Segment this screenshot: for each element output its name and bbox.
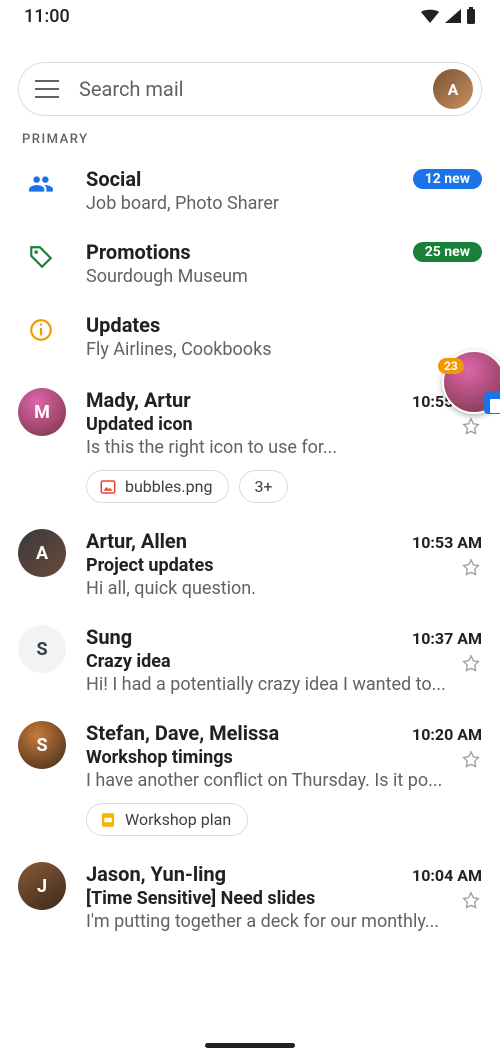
- email-item[interactable]: J Jason, Yun-ling 10:04 AM [Time Sensiti…: [0, 850, 500, 946]
- email-item[interactable]: A Artur, Allen 10:53 AM Project updates …: [0, 517, 500, 613]
- star-icon[interactable]: [460, 653, 482, 675]
- star-icon[interactable]: [460, 890, 482, 912]
- attachment-chip[interactable]: bubbles.png: [86, 470, 229, 503]
- account-avatar[interactable]: A: [433, 69, 473, 109]
- status-bar: 11:00: [0, 0, 500, 32]
- email-subject: Workshop timings: [86, 747, 482, 768]
- category-sub: Fly Airlines, Cookbooks: [86, 339, 482, 360]
- email-snippet: I'm putting together a deck for our mont…: [86, 911, 482, 932]
- email-snippet: Hi all, quick question.: [86, 578, 482, 599]
- star-icon[interactable]: [460, 749, 482, 771]
- email-subject: Project updates: [86, 555, 482, 576]
- search-input[interactable]: Search mail: [79, 77, 413, 101]
- cellular-icon: [444, 8, 462, 24]
- section-label-primary: PRIMARY: [0, 130, 500, 157]
- category-title: Updates: [86, 313, 160, 337]
- new-badge: 25 new: [413, 242, 482, 262]
- sender-avatar[interactable]: S: [18, 721, 66, 769]
- category-sub: Job board, Photo Sharer: [86, 193, 482, 214]
- status-time: 11:00: [24, 6, 70, 27]
- sender-avatar[interactable]: S: [18, 625, 66, 673]
- info-icon: [28, 317, 54, 343]
- tag-icon: [28, 244, 54, 270]
- people-icon: [28, 171, 54, 197]
- category-promotions[interactable]: Promotions 25 new Sourdough Museum: [0, 230, 500, 303]
- hamburger-icon[interactable]: [35, 80, 59, 98]
- sender-name: Stefan, Dave, Melissa: [86, 721, 279, 745]
- sender-avatar[interactable]: M: [18, 388, 66, 436]
- battery-icon: [466, 7, 476, 25]
- email-time: 10:20 AM: [412, 725, 482, 744]
- sender-name: Sung: [86, 625, 132, 649]
- email-time: 10:04 AM: [412, 866, 482, 885]
- attachment-count-chip[interactable]: 3+: [239, 470, 287, 503]
- email-item[interactable]: S Sung 10:37 AM Crazy idea Hi! I had a p…: [0, 613, 500, 709]
- search-bar-container: Search mail A: [0, 32, 500, 130]
- search-bar[interactable]: Search mail A: [18, 62, 482, 116]
- sender-name: Artur, Allen: [86, 529, 187, 553]
- category-title: Promotions: [86, 240, 191, 264]
- sender-avatar[interactable]: J: [18, 862, 66, 910]
- email-subject: Updated icon: [86, 414, 482, 435]
- messages-icon: [484, 392, 500, 414]
- category-title: Social: [86, 167, 141, 191]
- category-updates[interactable]: Updates Fly Airlines, Cookbooks: [0, 303, 500, 376]
- status-icons: [420, 7, 476, 25]
- email-snippet: Hi! I had a potentially crazy idea I wan…: [86, 674, 482, 695]
- email-item[interactable]: M Mady, Artur 10:55 AM Updated icon Is t…: [0, 376, 500, 517]
- new-badge: 12 new: [413, 169, 482, 189]
- email-snippet: Is this the right icon to use for...: [86, 437, 482, 458]
- email-time: 10:53 AM: [412, 533, 482, 552]
- email-subject: Crazy idea: [86, 651, 482, 672]
- email-list: M Mady, Artur 10:55 AM Updated icon Is t…: [0, 376, 500, 946]
- email-item[interactable]: S Stefan, Dave, Melissa 10:20 AM Worksho…: [0, 709, 500, 850]
- email-snippet: I have another conflict on Thursday. Is …: [86, 770, 482, 791]
- image-icon: [99, 478, 117, 496]
- home-indicator[interactable]: [205, 1043, 295, 1048]
- chat-head-badge: 23: [438, 358, 464, 374]
- chat-head[interactable]: 23: [442, 350, 500, 414]
- category-sub: Sourdough Museum: [86, 266, 482, 287]
- sender-name: Jason, Yun-ling: [86, 862, 226, 886]
- attachment-chip[interactable]: Workshop plan: [86, 803, 248, 836]
- star-icon[interactable]: [460, 557, 482, 579]
- sender-name: Mady, Artur: [86, 388, 191, 412]
- category-social[interactable]: Social 12 new Job board, Photo Sharer: [0, 157, 500, 230]
- wifi-icon: [420, 8, 440, 24]
- star-icon[interactable]: [460, 416, 482, 438]
- sender-avatar[interactable]: A: [18, 529, 66, 577]
- email-time: 10:37 AM: [412, 629, 482, 648]
- slides-icon: [99, 811, 117, 829]
- email-subject: [Time Sensitive] Need slides: [86, 888, 482, 909]
- category-list: Social 12 new Job board, Photo Sharer Pr…: [0, 157, 500, 376]
